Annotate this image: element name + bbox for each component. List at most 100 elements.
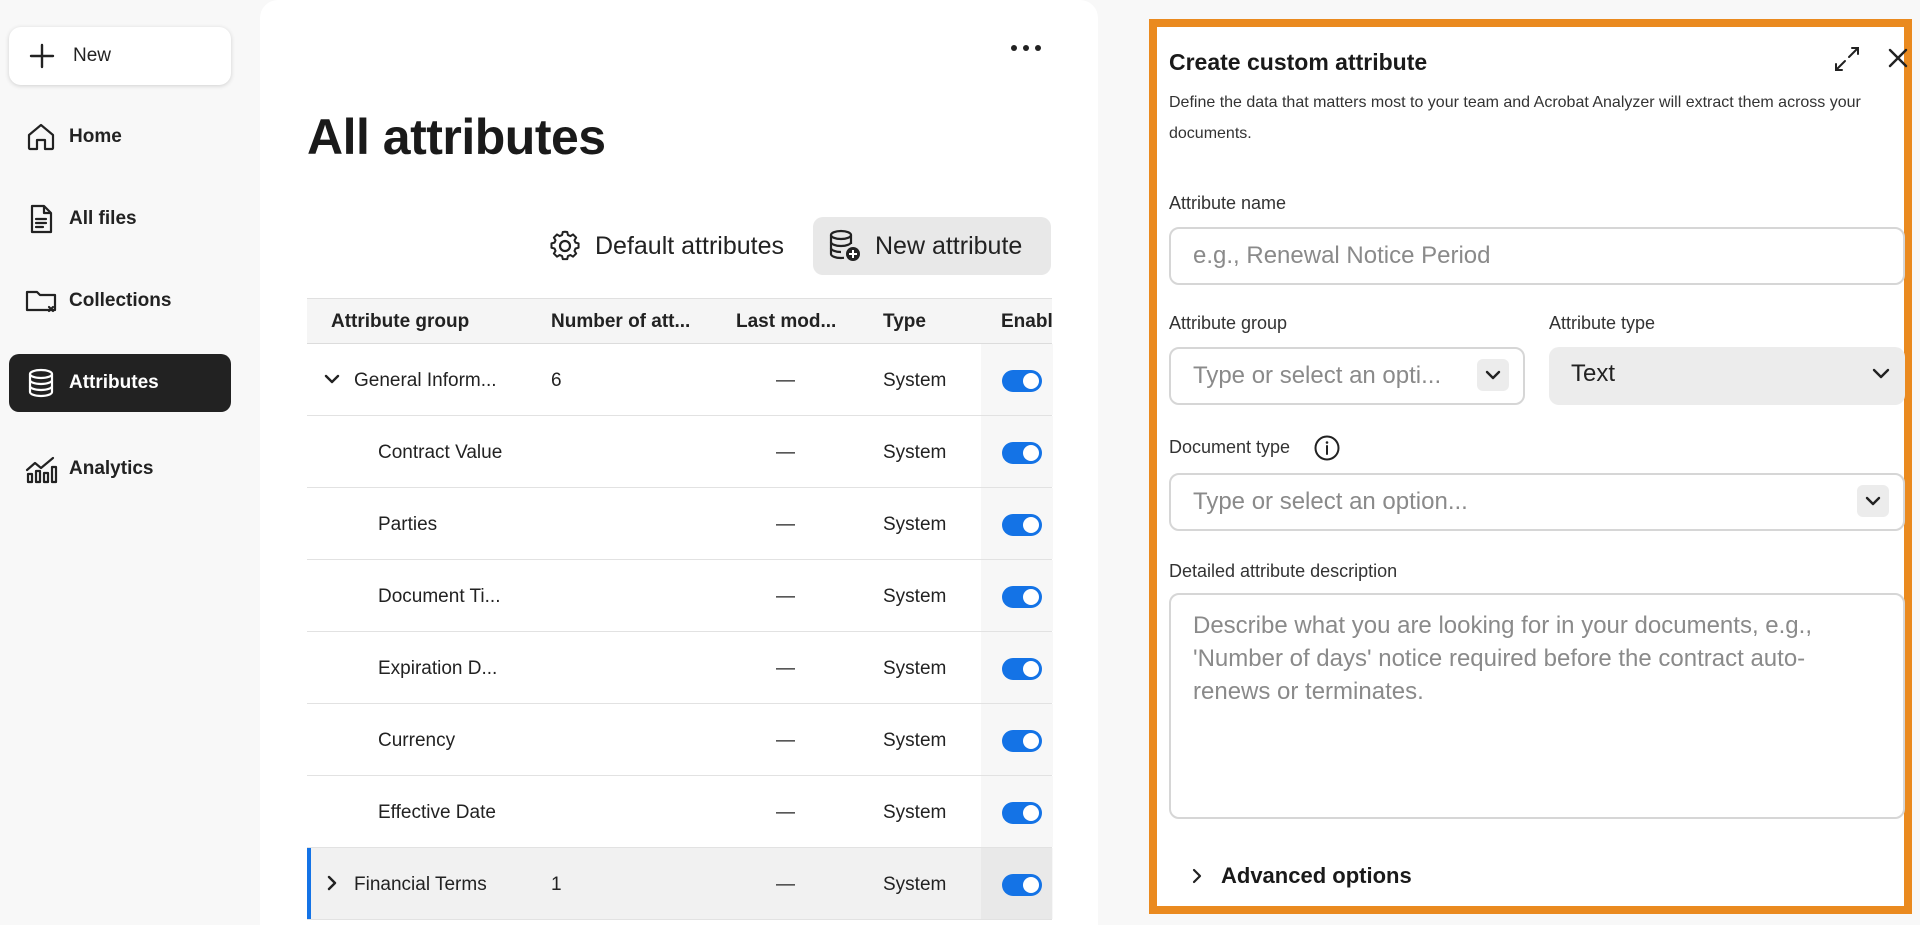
table-row[interactable]: General Inform... 6 — System <box>307 344 1052 416</box>
chevron-right-icon <box>1187 866 1207 886</box>
attribute-description-textarea[interactable] <box>1169 593 1905 819</box>
attribute-name-input[interactable] <box>1169 227 1905 285</box>
document-type-combobox[interactable]: Type or select an option... <box>1169 473 1905 531</box>
row-type: System <box>883 658 947 679</box>
enable-toggle[interactable] <box>1002 514 1042 536</box>
enable-toggle[interactable] <box>1002 586 1042 608</box>
enable-toggle[interactable] <box>1002 442 1042 464</box>
chevron-down-icon <box>1485 370 1501 380</box>
sidebar: New Home All files Collections Attribute… <box>0 0 244 925</box>
sidebar-item-label: Collections <box>69 290 172 311</box>
sidebar-item-label: Home <box>69 126 122 147</box>
advanced-options-toggle[interactable]: Advanced options <box>1187 863 1412 889</box>
row-name: General Inform... <box>354 370 497 391</box>
panel-description: Define the data that matters most to you… <box>1169 94 1861 142</box>
row-name: Currency <box>378 730 456 751</box>
database-add-icon <box>827 228 863 264</box>
new-button[interactable]: New <box>9 27 231 85</box>
sidebar-item-label: All files <box>69 208 137 229</box>
enable-toggle[interactable] <box>1002 802 1042 824</box>
table-row[interactable]: Document Ti... — System <box>307 560 1052 632</box>
new-attribute-button[interactable]: New attribute <box>813 217 1051 275</box>
row-last-modified: — <box>776 658 795 679</box>
plus-icon <box>26 40 58 72</box>
attribute-group-combobox[interactable]: Type or select an opti... <box>1169 347 1525 405</box>
sidebar-item-collections[interactable]: Collections <box>9 272 231 330</box>
table-row[interactable]: Financial Terms 1 — System <box>307 848 1052 920</box>
table-row[interactable]: Expiration D... — System <box>307 632 1052 704</box>
expand-button[interactable] <box>1829 43 1865 79</box>
column-header-type[interactable]: Type <box>883 311 926 333</box>
row-name: Contract Value <box>378 442 503 463</box>
column-header-attribute-group[interactable]: Attribute group <box>331 311 469 333</box>
gear-icon <box>547 228 583 264</box>
column-header-enabled[interactable]: Enabl <box>1001 311 1052 333</box>
chevron-right-icon[interactable] <box>321 872 343 894</box>
column-header-last-modified[interactable]: Last mod... <box>736 311 836 333</box>
column-header-number-of-attributes[interactable]: Number of att... <box>551 311 690 333</box>
enable-toggle[interactable] <box>1002 370 1042 392</box>
attribute-type-label: Attribute type <box>1549 313 1656 333</box>
new-button-label: New <box>73 45 112 66</box>
attribute-group-placeholder: Type or select an opti... <box>1193 362 1442 389</box>
default-attributes-label: Default attributes <box>595 231 784 260</box>
row-name: Document Ti... <box>378 586 501 607</box>
row-type: System <box>883 730 947 751</box>
sidebar-item-attributes[interactable]: Attributes <box>9 354 231 412</box>
table-row[interactable]: Contract Value — System <box>307 416 1052 488</box>
expand-icon <box>1833 45 1861 78</box>
attributes-table: Attribute group Number of att... Last mo… <box>307 298 1052 920</box>
row-name: Financial Terms <box>354 874 487 895</box>
enable-toggle[interactable] <box>1002 874 1042 896</box>
row-count: 1 <box>551 874 562 895</box>
row-name: Parties <box>378 514 438 535</box>
table-header: Attribute group Number of att... Last mo… <box>307 298 1052 344</box>
create-custom-attribute-panel: Create custom attribute Define the data … <box>1149 19 1912 914</box>
close-icon <box>1887 47 1909 74</box>
info-icon[interactable] <box>1312 433 1342 463</box>
document-type-placeholder: Type or select an option... <box>1193 488 1468 515</box>
row-type: System <box>883 370 947 391</box>
attribute-name-label: Attribute name <box>1169 193 1287 213</box>
table-row[interactable]: Effective Date — System <box>307 776 1052 848</box>
row-last-modified: — <box>776 370 795 391</box>
row-last-modified: — <box>776 730 795 751</box>
default-attributes-button[interactable]: Default attributes <box>533 217 798 275</box>
sidebar-item-analytics[interactable]: Analytics <box>9 440 231 498</box>
file-icon <box>23 201 59 237</box>
close-button[interactable] <box>1883 45 1913 75</box>
sidebar-item-home[interactable]: Home <box>9 108 231 166</box>
row-count: 6 <box>551 370 562 391</box>
row-type: System <box>883 442 947 463</box>
document-type-dropdown-button[interactable] <box>1857 485 1889 517</box>
sidebar-item-label: Attributes <box>69 372 159 393</box>
attribute-group-dropdown-button[interactable] <box>1477 359 1509 391</box>
more-options-button[interactable] <box>1004 28 1048 68</box>
folder-icon <box>23 283 59 319</box>
database-icon <box>23 365 59 401</box>
panel-title: Create custom attribute <box>1169 49 1428 75</box>
enable-toggle[interactable] <box>1002 658 1042 680</box>
attribute-group-label: Attribute group <box>1169 313 1288 333</box>
row-name: Effective Date <box>378 802 496 823</box>
sidebar-item-all-files[interactable]: All files <box>9 190 231 248</box>
chevron-down-icon[interactable] <box>321 368 343 390</box>
more-horizontal-icon <box>1010 39 1042 57</box>
analytics-icon <box>23 451 59 487</box>
row-type: System <box>883 874 947 895</box>
row-last-modified: — <box>776 874 795 895</box>
table-row[interactable]: Currency — System <box>307 704 1052 776</box>
chevron-down-icon <box>1869 361 1893 385</box>
attribute-type-select[interactable]: Text <box>1549 347 1905 405</box>
row-name: Expiration D... <box>378 658 498 679</box>
document-type-label: Document type <box>1169 437 1291 457</box>
advanced-options-label: Advanced options <box>1221 863 1412 888</box>
row-type: System <box>883 802 947 823</box>
row-last-modified: — <box>776 442 795 463</box>
description-label: Detailed attribute description <box>1169 561 1398 581</box>
enable-toggle[interactable] <box>1002 730 1042 752</box>
row-type: System <box>883 586 947 607</box>
main-content: All attributes Default attributes New at… <box>260 0 1098 925</box>
sidebar-item-label: Analytics <box>69 458 154 479</box>
table-row[interactable]: Parties — System <box>307 488 1052 560</box>
